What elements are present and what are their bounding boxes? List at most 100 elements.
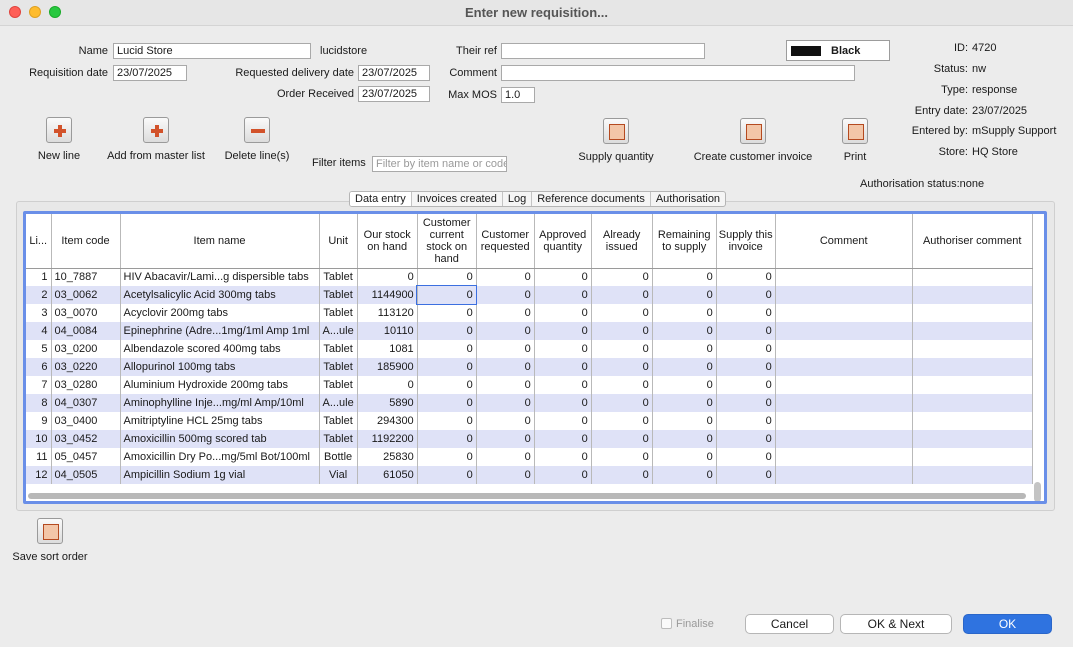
- cancel-button[interactable]: Cancel: [745, 614, 834, 634]
- table-row[interactable]: 10 03_0452 Amoxicillin 500mg scored tab Tab…: [26, 430, 1033, 448]
- print-button[interactable]: Print: [836, 118, 874, 163]
- approved-qty-cell[interactable]: 0: [534, 466, 592, 484]
- remaining-cell[interactable]: 0: [652, 268, 717, 286]
- authoriser-comment-cell[interactable]: [912, 430, 1033, 448]
- save-sort-order-button[interactable]: Save sort order: [12, 518, 88, 563]
- remaining-cell[interactable]: 0: [652, 448, 717, 466]
- table-row[interactable]: 7 03_0280 Aluminium Hydroxide 200mg tabs Ta…: [26, 376, 1033, 394]
- supply-invoice-cell[interactable]: 0: [716, 394, 776, 412]
- customer-stock-cell[interactable]: 0: [417, 358, 477, 376]
- comment-cell[interactable]: [775, 322, 913, 340]
- customer-requested-cell[interactable]: 0: [476, 304, 535, 322]
- approved-qty-col-header[interactable]: Approved quantity: [534, 214, 592, 269]
- table-row[interactable]: 11 05_0457 Amoxicillin Dry Po...mg/5ml Bot…: [26, 448, 1033, 466]
- remaining-cell[interactable]: 0: [652, 412, 717, 430]
- approved-qty-cell[interactable]: 0: [534, 286, 592, 304]
- customer-stock-cell[interactable]: 0: [417, 466, 477, 484]
- requisition-date-field[interactable]: 23/07/2025: [113, 65, 187, 81]
- item-code-col-header[interactable]: Item code: [51, 214, 121, 269]
- remaining-cell[interactable]: 0: [652, 394, 717, 412]
- already-issued-cell[interactable]: 0: [591, 394, 653, 412]
- customer-stock-cell[interactable]: 0: [417, 412, 477, 430]
- approved-qty-cell[interactable]: 0: [534, 412, 592, 430]
- already-issued-cell[interactable]: 0: [591, 376, 653, 394]
- table-row[interactable]: 4 04_0084 Epinephrine (Adre...1mg/1ml Amp …: [26, 322, 1033, 340]
- customer-stock-cell[interactable]: 0: [417, 322, 477, 340]
- supply-invoice-cell[interactable]: 0: [716, 358, 776, 376]
- remaining-cell[interactable]: 0: [652, 322, 717, 340]
- authoriser-comment-cell[interactable]: [912, 412, 1033, 430]
- customer-requested-cell[interactable]: 0: [476, 430, 535, 448]
- already-issued-cell[interactable]: 0: [591, 358, 653, 376]
- comment-field[interactable]: [501, 65, 855, 81]
- customer-requested-col-header[interactable]: Customer requested: [476, 214, 535, 269]
- ok-next-button[interactable]: OK & Next: [840, 614, 952, 634]
- already-issued-cell[interactable]: 0: [591, 466, 653, 484]
- approved-qty-cell[interactable]: 0: [534, 430, 592, 448]
- authoriser-comment-cell[interactable]: [912, 376, 1033, 394]
- authoriser-comment-cell[interactable]: [912, 304, 1033, 322]
- comment-cell[interactable]: [775, 340, 913, 358]
- customer-stock-cell[interactable]: 0: [417, 340, 477, 358]
- approved-qty-cell[interactable]: 0: [534, 322, 592, 340]
- tab-log[interactable]: Log: [503, 192, 533, 206]
- supply-invoice-cell[interactable]: 0: [716, 304, 776, 322]
- approved-qty-cell[interactable]: 0: [534, 340, 592, 358]
- approved-qty-cell[interactable]: 0: [534, 394, 592, 412]
- already-issued-cell[interactable]: 0: [591, 268, 653, 286]
- finalise-checkbox[interactable]: Finalise: [661, 618, 714, 630]
- supply-invoice-cell[interactable]: 0: [716, 322, 776, 340]
- name-field[interactable]: Lucid Store: [113, 43, 311, 59]
- table-row[interactable]: 2 03_0062 Acetylsalicylic Acid 300mg tabs T…: [26, 285, 1033, 305]
- approved-qty-cell[interactable]: 0: [534, 268, 592, 286]
- table-row[interactable]: 5 03_0200 Albendazole scored 400mg tabs Tab…: [26, 340, 1033, 358]
- customer-requested-cell[interactable]: 0: [476, 412, 535, 430]
- customer-requested-cell[interactable]: 0: [476, 394, 535, 412]
- requested-delivery-field[interactable]: 23/07/2025: [358, 65, 430, 81]
- tab-authorisation[interactable]: Authorisation: [651, 192, 725, 206]
- color-picker[interactable]: Black: [786, 40, 890, 61]
- customer-stock-cell[interactable]: 0: [417, 268, 477, 286]
- create-customer-invoice-button[interactable]: Create customer invoice: [690, 118, 816, 163]
- authoriser-comment-col-header[interactable]: Authoriser comment: [912, 214, 1033, 269]
- remaining-cell[interactable]: 0: [652, 430, 717, 448]
- authoriser-comment-cell[interactable]: [912, 358, 1033, 376]
- unit-col-header[interactable]: Unit: [319, 214, 358, 269]
- supply-invoice-cell[interactable]: 0: [716, 268, 776, 286]
- approved-qty-cell[interactable]: 0: [534, 358, 592, 376]
- our-stock-col-header[interactable]: Our stock on hand: [357, 214, 418, 269]
- supply-invoice-cell[interactable]: 0: [716, 448, 776, 466]
- ok-button[interactable]: OK: [963, 614, 1052, 634]
- remaining-cell[interactable]: 0: [652, 286, 717, 304]
- remaining-cell[interactable]: 0: [652, 376, 717, 394]
- table-row[interactable]: 1 10_7887 HIV Abacavir/Lami...g dispersibl…: [26, 268, 1033, 286]
- tab-data-entry[interactable]: Data entry: [350, 192, 412, 206]
- their-ref-field[interactable]: [501, 43, 705, 59]
- authoriser-comment-cell[interactable]: [912, 466, 1033, 484]
- supply-invoice-cell[interactable]: 0: [716, 286, 776, 304]
- supply-quantity-button[interactable]: Supply quantity: [574, 118, 658, 163]
- already-issued-cell[interactable]: 0: [591, 286, 653, 304]
- tab-invoices-created[interactable]: Invoices created: [412, 192, 503, 206]
- max-mos-field[interactable]: 1.0: [501, 87, 535, 103]
- filter-input[interactable]: Filter by item name or code: [372, 156, 507, 172]
- comment-cell[interactable]: [775, 268, 913, 286]
- customer-requested-cell[interactable]: 0: [476, 286, 535, 304]
- customer-stock-cell[interactable]: 0: [417, 394, 477, 412]
- customer-stock-cell[interactable]: 0: [417, 430, 477, 448]
- authoriser-comment-cell[interactable]: [912, 268, 1033, 286]
- remaining-cell[interactable]: 0: [652, 340, 717, 358]
- approved-qty-cell[interactable]: 0: [534, 304, 592, 322]
- table-row[interactable]: 12 04_0505 Ampicillin Sodium 1g vial Vial 61…: [26, 466, 1033, 484]
- customer-requested-cell[interactable]: 0: [476, 376, 535, 394]
- table-row[interactable]: 3 03_0070 Acyclovir 200mg tabs Tablet 113120…: [26, 304, 1033, 322]
- approved-qty-cell[interactable]: 0: [534, 376, 592, 394]
- comment-cell[interactable]: [775, 304, 913, 322]
- supply-invoice-col-header[interactable]: Supply this invoice: [716, 214, 776, 269]
- already-issued-cell[interactable]: 0: [591, 304, 653, 322]
- remaining-col-header[interactable]: Remaining to supply: [652, 214, 717, 269]
- approved-qty-cell[interactable]: 0: [534, 448, 592, 466]
- already-issued-col-header[interactable]: Already issued: [591, 214, 653, 269]
- authoriser-comment-cell[interactable]: [912, 322, 1033, 340]
- remaining-cell[interactable]: 0: [652, 466, 717, 484]
